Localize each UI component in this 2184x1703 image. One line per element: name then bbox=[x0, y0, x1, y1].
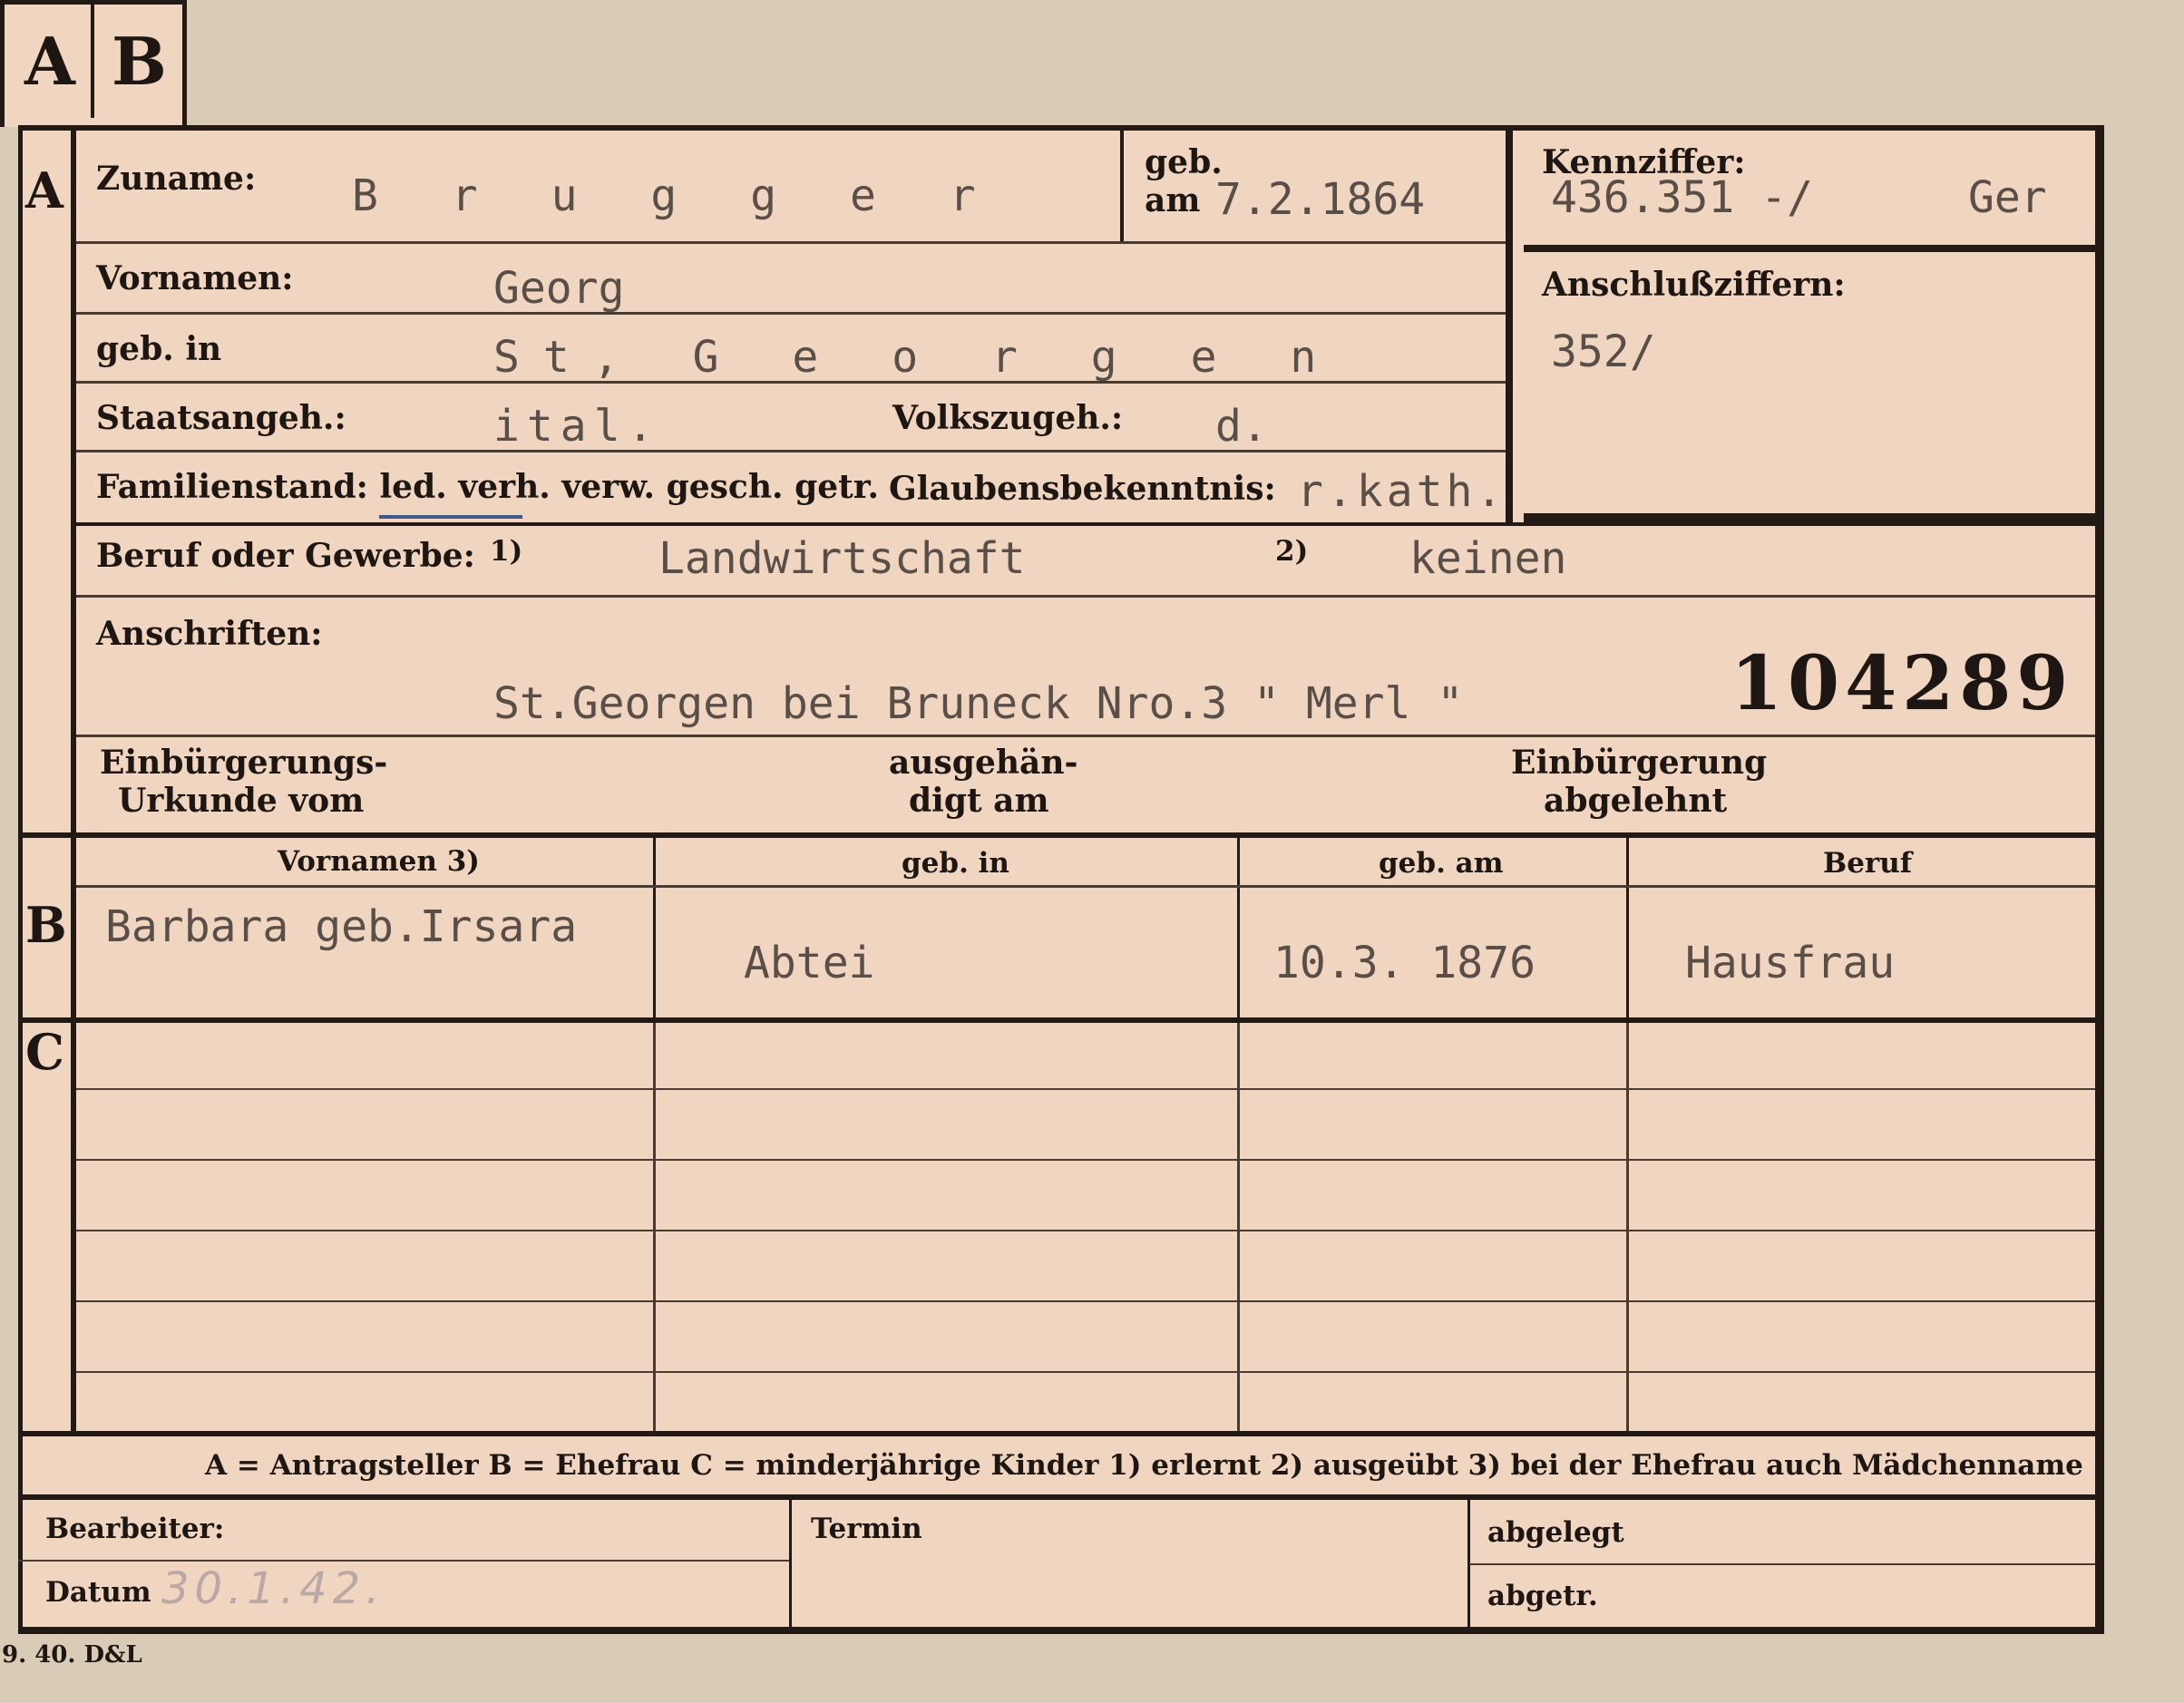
datum-label: Datum bbox=[45, 1576, 151, 1609]
datum-value: 30.1.42. bbox=[161, 1563, 385, 1614]
termin-label: Termin bbox=[811, 1513, 922, 1545]
profession-learned-value: Landwirtschaft bbox=[658, 533, 1026, 584]
row-line bbox=[76, 1371, 2095, 1373]
header-underline bbox=[76, 885, 2095, 888]
handed-label-2: digt am bbox=[909, 782, 1049, 820]
refused-label-1: Einbürgerung bbox=[1511, 744, 1768, 782]
abgetr-label: abgetr. bbox=[1487, 1580, 1598, 1612]
row-line bbox=[76, 735, 2095, 737]
column-line bbox=[653, 1023, 656, 1431]
footnote-1-marker: 1) bbox=[490, 535, 523, 568]
ethnicity-value: d. bbox=[1215, 401, 1268, 452]
religion-label: Glaubensbekenntnis: bbox=[889, 470, 1276, 508]
section-ab-divider bbox=[18, 832, 2095, 838]
file-number: 104289 bbox=[1731, 640, 2074, 727]
address-label: Anschriften: bbox=[96, 615, 323, 653]
anschluss-value: 352/ bbox=[1551, 326, 1656, 377]
frame-bottom bbox=[18, 1627, 2104, 1634]
family-status-label: Familienstand: led. verh. verw. gesch. g… bbox=[96, 468, 879, 506]
section-column-line bbox=[71, 125, 76, 1435]
footer-divider bbox=[789, 1500, 792, 1627]
row-line bbox=[76, 312, 1506, 315]
id-box-left-border bbox=[1506, 125, 1513, 524]
address-value: St.Georgen bei Bruneck Nro.3 " Merl " bbox=[493, 678, 1464, 729]
kennziffer-suffix: Ger bbox=[1968, 172, 2047, 223]
row-line bbox=[76, 1230, 2095, 1231]
anschluss-label: Anschlußziffern: bbox=[1542, 266, 1846, 304]
row-line bbox=[76, 1159, 2095, 1161]
born-date-divider bbox=[1120, 125, 1124, 243]
religion-value: r.kath. bbox=[1297, 466, 1506, 517]
column-line bbox=[1626, 1023, 1629, 1431]
column-line bbox=[1237, 1023, 1240, 1431]
row-line bbox=[76, 1300, 2095, 1302]
id-box-divider bbox=[1524, 245, 2095, 252]
spouse-profession-value: Hausfrau bbox=[1685, 938, 1896, 988]
refused-label-2: abgelehnt bbox=[1544, 782, 1728, 820]
legend-bottom-line bbox=[18, 1494, 2095, 1500]
col-header-birthdate: geb. am bbox=[1379, 847, 1504, 880]
footnote-2-marker: 2) bbox=[1275, 535, 1309, 568]
surname-label: Zuname: bbox=[96, 160, 257, 198]
row-line bbox=[76, 450, 1506, 453]
citizenship-label: Staatsangeh.: bbox=[96, 399, 346, 437]
col-header-firstname: Vornamen 3) bbox=[278, 845, 480, 878]
naturalization-label-1: Einbürgerungs- bbox=[100, 744, 388, 782]
row-line bbox=[76, 241, 1506, 244]
footer-line bbox=[18, 1560, 789, 1562]
citizenship-value: ital. bbox=[493, 401, 661, 452]
naturalization-label-2: Urkunde vom bbox=[118, 782, 365, 820]
row-line bbox=[76, 1088, 2095, 1090]
id-box-bottom bbox=[1524, 513, 2095, 522]
birthplace-value: St, G e o r g e n bbox=[493, 332, 1341, 383]
family-status-underline bbox=[379, 515, 522, 519]
section-a-letter: A bbox=[25, 161, 63, 219]
surname-value: B r u g g e r bbox=[352, 170, 999, 221]
spouse-birthplace-value: Abtei bbox=[744, 938, 875, 988]
born-date-value: 7.2.1864 bbox=[1215, 174, 1426, 225]
legend-top-line bbox=[18, 1431, 2095, 1436]
birthplace-label: geb. in bbox=[96, 330, 222, 368]
col-header-birthplace: geb. in bbox=[902, 847, 1009, 880]
tab-letter-b: B bbox=[112, 23, 167, 100]
kennziffer-value: 436.351 -/ bbox=[1551, 172, 1813, 223]
bearbeiter-label: Bearbeiter: bbox=[45, 1513, 225, 1545]
spouse-name-value: Barbara geb.Irsara bbox=[105, 901, 578, 952]
profession-label: Beruf oder Gewerbe: bbox=[96, 537, 475, 575]
born-label-1: geb. bbox=[1145, 143, 1223, 181]
handed-label-1: ausgehän- bbox=[889, 744, 1078, 782]
section-b-letter: B bbox=[25, 896, 67, 954]
ethnicity-label: Volkszugeh.: bbox=[892, 399, 1124, 437]
legend-text: A = Antragsteller B = Ehefrau C = minder… bbox=[205, 1449, 2083, 1482]
frame-left bbox=[18, 125, 23, 1630]
frame-top bbox=[18, 125, 2104, 131]
firstname-value: Georg bbox=[493, 263, 625, 314]
printer-mark: 9. 40. D&L bbox=[2, 1641, 142, 1669]
frame-right bbox=[2095, 125, 2104, 1630]
section-bc-divider bbox=[18, 1017, 2095, 1023]
registration-card: A B C Kennziffer: 436.351 -/ Ger Anschlu… bbox=[2, 125, 2104, 1669]
index-tab: A B bbox=[0, 0, 187, 127]
row-line bbox=[76, 595, 2095, 598]
col-header-profession: Beruf bbox=[1823, 847, 1913, 880]
abgelegt-label: abgelegt bbox=[1487, 1516, 1624, 1549]
footer-line bbox=[1469, 1563, 2095, 1565]
section-c-letter: C bbox=[25, 1023, 64, 1081]
tab-divider bbox=[91, 5, 94, 118]
spouse-birthdate-value: 10.3. 1876 bbox=[1273, 938, 1536, 988]
row-line bbox=[76, 522, 2095, 526]
profession-practiced-value: keinen bbox=[1409, 533, 1567, 584]
firstname-label: Vornamen: bbox=[96, 259, 294, 297]
tab-letter-a: A bbox=[24, 23, 75, 100]
born-label-2: am bbox=[1145, 181, 1201, 219]
